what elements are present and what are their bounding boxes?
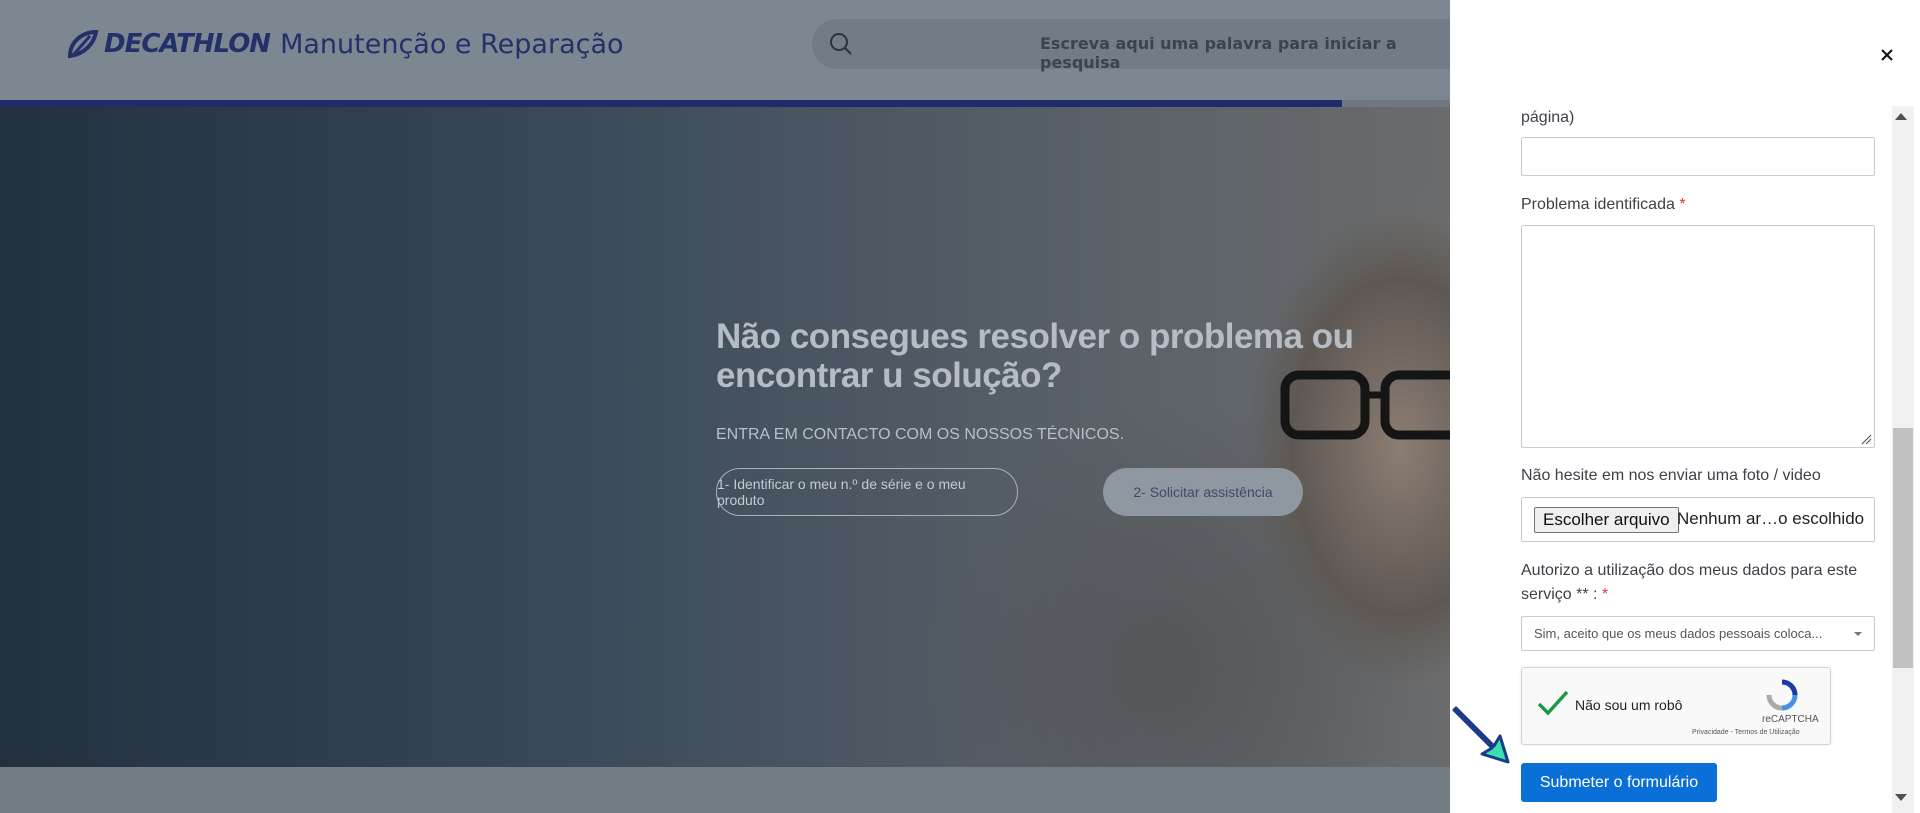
file-upload-field[interactable]: Escolher arquivo Nenhum ar…o escolhido: [1521, 497, 1875, 542]
recaptcha-widget[interactable]: Não sou um robô reCAPTCHA Privacidade - …: [1521, 667, 1831, 745]
checkmark-icon[interactable]: [1536, 688, 1570, 718]
file-status-text: Nenhum ar…o escolhido: [1677, 509, 1865, 528]
captcha-links[interactable]: Privacidade - Termos de Utilização: [1692, 729, 1800, 736]
choose-file-button[interactable]: Escolher arquivo: [1534, 507, 1679, 533]
resize-handle-icon[interactable]: [1860, 433, 1872, 445]
request-assistance-button[interactable]: 2- Solicitar assistência: [1103, 468, 1303, 516]
photo-label: Não hesite em nos enviar uma foto / vide…: [1521, 467, 1821, 484]
logo[interactable]: DECATHLON Manutenção e Reparação: [64, 24, 624, 64]
close-icon[interactable]: [1878, 46, 1896, 64]
identify-product-button[interactable]: 1- Identificar o meu n.º de série e o me…: [716, 468, 1018, 516]
page-footer-strip: [0, 767, 1450, 813]
scrollbar-thumb[interactable]: [1893, 428, 1913, 668]
scroll-up-icon[interactable]: [1895, 113, 1907, 120]
consent-select-value: Sim, aceito que os meus dados pessoais c…: [1534, 626, 1823, 641]
recaptcha-logo-icon: [1766, 679, 1798, 711]
submit-form-button[interactable]: Submeter o formulário: [1521, 763, 1717, 802]
decathlon-logo-icon: [67, 29, 99, 59]
consent-select[interactable]: Sim, aceito que os meus dados pessoais c…: [1521, 616, 1875, 651]
hero-title: Não consegues resolver o problema ou enc…: [716, 317, 1354, 395]
brand-name: DECATHLON: [104, 29, 271, 59]
site-subtitle: Manutenção e Reparação: [280, 28, 624, 60]
pointer-arrow-icon: [1452, 706, 1510, 764]
technician-photo: [1220, 187, 1450, 747]
problem-label: Problema identificada *: [1521, 193, 1686, 217]
required-mark: *: [1601, 586, 1609, 603]
captcha-brand: reCAPTCHA: [1762, 714, 1819, 725]
search-bar[interactable]: Escreva aqui uma palavra para iniciar a …: [812, 19, 1472, 72]
scroll-down-icon[interactable]: [1895, 794, 1907, 801]
hero-subtitle: ENTRA EM CONTACTO COM OS NOSSOS TÉCNICOS…: [716, 426, 1125, 443]
consent-label-text: Autorizo a utilização dos meus dados par…: [1521, 562, 1858, 603]
previous-field-input[interactable]: [1521, 137, 1875, 176]
problem-textarea[interactable]: [1521, 225, 1875, 448]
chevron-down-icon: [1854, 632, 1862, 636]
previous-field-label: página): [1521, 109, 1575, 126]
page-progress-bar: [0, 100, 1342, 107]
consent-label: Autorizo a utilização dos meus dados par…: [1521, 559, 1866, 607]
problem-label-text: Problema identificada: [1521, 196, 1675, 213]
search-input[interactable]: Escreva aqui uma palavra para iniciar a …: [1040, 34, 1472, 72]
search-icon[interactable]: [828, 31, 854, 57]
captcha-label: Não sou um robô: [1575, 697, 1683, 713]
required-mark: *: [1679, 196, 1686, 213]
